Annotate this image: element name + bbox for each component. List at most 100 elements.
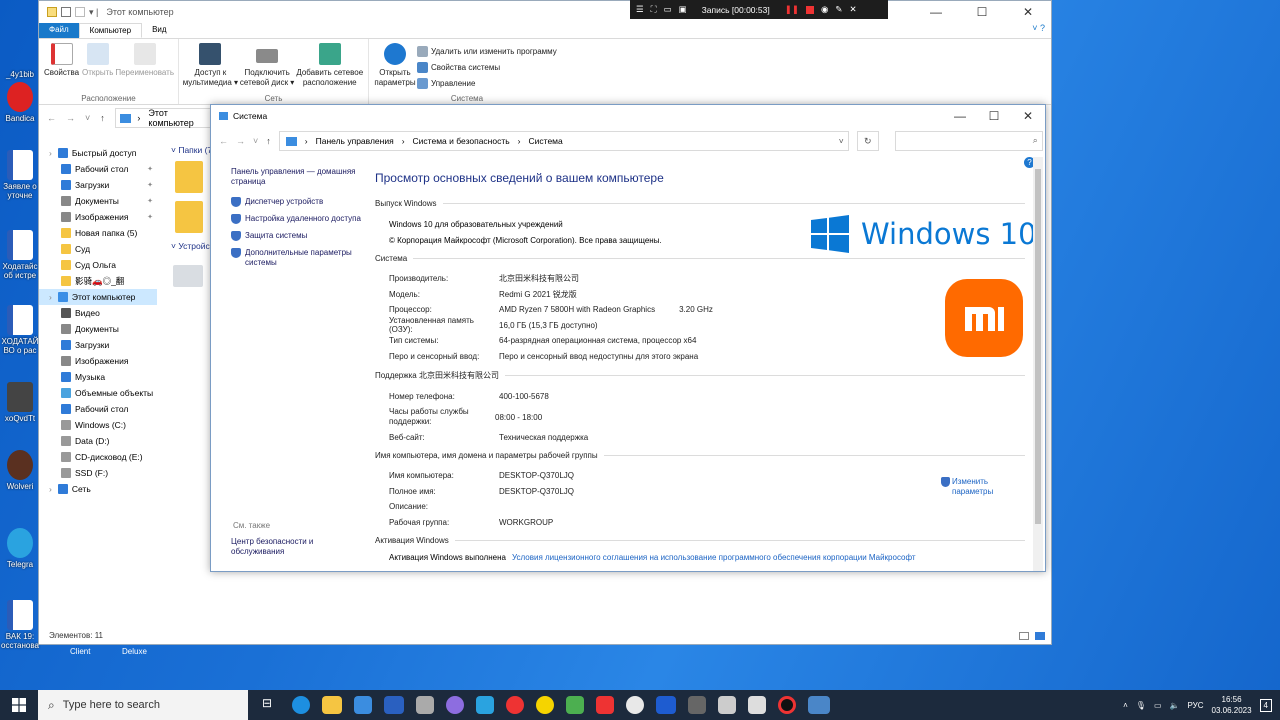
up-icon[interactable]: ↑ [100,113,105,123]
close-button[interactable]: ✕ [1005,1,1051,23]
nav-item[interactable]: Музыка [39,369,157,385]
menu-icon[interactable]: ☰ [636,4,644,15]
desktop-icon[interactable]: Заявле о уточне [0,150,40,200]
word-icon[interactable] [384,696,404,714]
minimize-button[interactable]: — [943,105,977,127]
mail-icon[interactable] [416,696,434,714]
drive-icon[interactable] [173,265,203,287]
recent-icon[interactable]: ˅ [85,113,90,123]
minimize-button[interactable]: — [913,1,959,23]
add-network-location-button[interactable]: Добавить сетевое расположение [296,43,365,92]
cp-home-link[interactable]: Панель управления — домашняя страница [231,167,361,187]
volume-icon[interactable]: 🔈 [1170,701,1180,710]
explorer-address-bar[interactable]: › Этот компьютер [114,108,215,128]
maximize-button[interactable]: ☐ [977,105,1011,127]
breadcrumb-security[interactable]: Система и безопасность [413,136,510,146]
edge-icon[interactable] [292,696,310,714]
telegram-icon[interactable] [476,696,494,714]
language-indicator[interactable]: РУС [1187,701,1203,710]
maximize-button[interactable]: ☐ [959,1,1005,23]
open-settings-button[interactable]: Открыть параметры [373,43,417,92]
nav-item[interactable]: Изображения [39,353,157,369]
scrollbar-thumb[interactable] [1035,169,1041,524]
app5-icon[interactable] [748,696,766,714]
torrent-icon[interactable] [566,696,584,714]
nav-item[interactable]: Суд [39,241,157,257]
properties-quick-icon[interactable] [61,7,71,17]
app3-icon[interactable] [688,696,706,714]
desktop-icon[interactable]: _4y1bib [0,38,40,79]
desktop-icon[interactable]: Wolveri [0,450,40,491]
forward-icon[interactable]: → [66,113,75,123]
manage-button[interactable]: Управление [417,75,557,91]
recent-icon[interactable]: ˅ [253,136,258,146]
nav-item[interactable]: Изображения ✦ [39,209,157,225]
map-drive-button[interactable]: Подключить сетевой диск ▾ [239,43,296,92]
nav-item[interactable]: Загрузки [39,337,157,353]
stop-icon[interactable] [805,5,814,14]
nav-item[interactable]: › Быстрый доступ [39,145,157,161]
system-window-task-icon[interactable] [808,696,830,714]
folder-icon[interactable] [175,201,203,233]
region-icon[interactable]: ▭ [664,4,672,15]
yandex-icon[interactable] [506,696,524,714]
properties-button[interactable]: Свойства [43,43,80,92]
new-folder-quick-icon[interactable] [75,7,85,17]
media-access-button[interactable]: Доступ к мультимедиа ▾ [182,43,239,92]
app-icon[interactable] [446,696,464,714]
advanced-settings-link[interactable]: Дополнительные параметры системы [231,248,361,268]
forward-icon[interactable]: → [236,136,245,146]
nav-item[interactable]: 影骑🚗◎_翻 [39,273,157,289]
close-button[interactable]: ✕ [1011,105,1045,127]
close-recorder-icon[interactable]: ✕ [850,4,857,15]
yandex-browser-icon[interactable] [596,696,614,714]
nav-item[interactable]: Data (D:) [39,433,157,449]
nav-item[interactable]: Новая папка (5) [39,225,157,241]
nav-item[interactable]: Видео [39,305,157,321]
nav-item[interactable]: Документы [39,321,157,337]
tab-file[interactable]: Файл [39,23,79,38]
tiles-view-icon[interactable] [1035,632,1045,640]
address-dropdown-icon[interactable]: ˅ [839,136,844,146]
system-address-bar[interactable]: › Панель управления › Система и безопасно… [278,131,849,151]
nav-item[interactable]: Рабочий стол ✦ [39,161,157,177]
desktop-icon[interactable]: ВАК 19: осстанова [0,600,40,650]
nav-item[interactable]: Суд Ольга [39,257,157,273]
nav-item[interactable]: Загрузки ✦ [39,177,157,193]
store-icon[interactable] [354,696,372,714]
uninstall-program-button[interactable]: Удалить или изменить программу [417,43,557,59]
details-view-icon[interactable] [1019,632,1029,640]
refresh-icon[interactable]: ↻ [856,131,879,151]
back-icon[interactable]: ← [47,113,56,123]
back-icon[interactable]: ← [219,136,228,146]
rename-button[interactable]: Переименовать [115,43,174,92]
tab-computer[interactable]: Компьютер [78,23,143,38]
desktop-icon[interactable]: Ходатайс об истре [0,230,40,280]
clock[interactable]: 16:56 03.06.2023 [1212,694,1252,716]
qat-dropdown-icon[interactable]: ▾ | [89,7,98,18]
desktop-icon[interactable]: ХОДАТАЙ ВО о рас [0,305,40,355]
notifications-icon[interactable]: 4 [1259,698,1272,712]
folders-group-header[interactable]: ˅ Папки (7) [171,145,215,155]
expand-chevron-icon[interactable]: › [49,484,52,494]
nav-item[interactable]: Объемные объекты [39,385,157,401]
taskbar-search[interactable]: ⌕ Type here to search [38,690,248,720]
vertical-scrollbar[interactable] [1033,157,1043,571]
nav-item[interactable]: CD-дисковод (E:) [39,449,157,465]
change-settings-link[interactable]: Изменить параметры [941,477,1031,497]
nav-item[interactable]: › Этот компьютер [39,289,157,305]
search-input[interactable]: ⌕ [894,131,1043,151]
expand-chevron-icon[interactable]: › [49,292,52,302]
desktop-icon[interactable]: xoQvdTt [0,382,40,423]
app2-icon[interactable] [656,696,676,714]
up-icon[interactable]: ↑ [266,136,271,146]
app4-icon[interactable] [718,696,736,714]
security-center-link[interactable]: Центр безопасности и обслуживания [231,537,361,557]
nav-item[interactable]: Документы ✦ [39,193,157,209]
nav-item[interactable]: Рабочий стол [39,401,157,417]
system-protection-link[interactable]: Защита системы [231,231,361,241]
breadcrumb-control-panel[interactable]: Панель управления [316,136,394,146]
start-button[interactable] [12,698,26,712]
nav-item[interactable]: Windows (C:) [39,417,157,433]
folder-icon[interactable] [175,161,203,193]
